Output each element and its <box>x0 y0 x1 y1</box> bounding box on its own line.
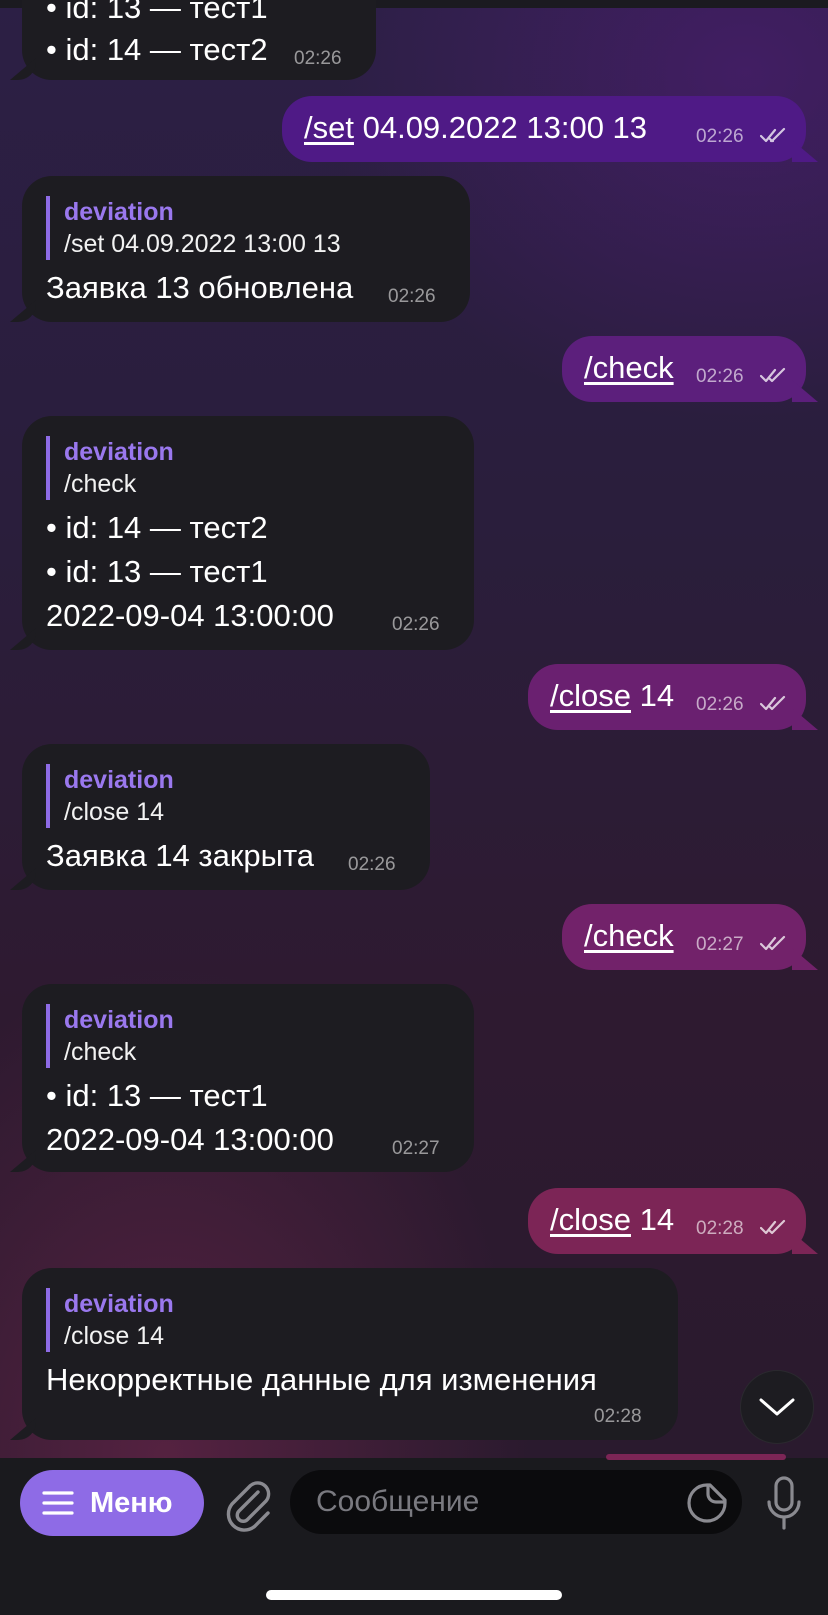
reply-text: /check <box>64 1038 137 1066</box>
scroll-to-bottom-button[interactable] <box>740 1370 814 1444</box>
command-link[interactable]: /check <box>584 918 674 953</box>
message-outgoing[interactable]: /check 02:27 <box>562 904 806 970</box>
command-link[interactable]: /close <box>550 1202 631 1237</box>
message-input-placeholder: Сообщение <box>316 1485 480 1518</box>
reply-text: /close 14 <box>64 1322 165 1350</box>
message-time: 02:26 <box>348 854 396 875</box>
message-time: 02:26 <box>696 694 744 715</box>
message-time: 02:28 <box>696 1218 744 1239</box>
reply-quote[interactable]: deviation /check <box>46 1004 174 1068</box>
reply-text: /set 04.09.2022 13:00 13 <box>64 230 341 258</box>
sticker-icon[interactable] <box>686 1482 728 1524</box>
message-outgoing[interactable]: /close 14 02:28 <box>528 1188 806 1254</box>
reply-quote[interactable]: deviation /close 14 <box>46 1288 174 1352</box>
message-line: Некорректные данные для изменения <box>46 1362 597 1397</box>
message-time: 02:27 <box>696 934 744 955</box>
command-link[interactable]: /check <box>584 350 674 385</box>
home-indicator <box>266 1590 562 1600</box>
message-text: /check <box>584 350 674 386</box>
message-line: Заявка 14 закрыта <box>46 838 315 873</box>
message-line: • id: 13 — тест1 <box>46 0 268 25</box>
message-line: • id: 14 — тест2 <box>46 510 268 545</box>
message-time: 02:26 <box>696 366 744 387</box>
message-time: 02:26 <box>294 48 342 69</box>
double-check-icon <box>760 695 786 711</box>
chat-history[interactable]: • id: 13 — тест1 • id: 14 — тест2 02:26 … <box>0 0 828 1458</box>
message-outgoing[interactable]: /set 04.09.2022 13:00 13 02:26 <box>282 96 806 162</box>
reply-text: /close 14 <box>64 798 165 826</box>
reply-author: deviation <box>64 766 174 794</box>
message-line: • id: 13 — тест1 <box>46 554 268 589</box>
double-check-icon <box>760 1219 786 1235</box>
message-incoming[interactable]: deviation /set 04.09.2022 13:00 13 Заявк… <box>22 176 470 322</box>
reply-quote[interactable]: deviation /close 14 <box>46 764 174 828</box>
message-time: 02:26 <box>388 286 436 307</box>
message-line: Заявка 13 обновлена <box>46 270 354 305</box>
message-incoming[interactable]: deviation /check • id: 13 — тест1 2022-0… <box>22 984 474 1172</box>
double-check-icon <box>760 935 786 951</box>
message-incoming[interactable]: • id: 13 — тест1 • id: 14 — тест2 02:26 <box>22 0 376 80</box>
reply-author: deviation <box>64 1006 174 1034</box>
message-time: 02:26 <box>392 614 440 635</box>
next-message-edge <box>606 1454 786 1460</box>
paperclip-icon[interactable] <box>222 1474 274 1532</box>
reply-text: /check <box>64 470 137 498</box>
message-text: /check <box>584 918 674 954</box>
bot-menu-button[interactable]: Меню <box>20 1470 204 1536</box>
message-outgoing[interactable]: /close 14 02:26 <box>528 664 806 730</box>
reply-author: deviation <box>64 1290 174 1318</box>
command-link[interactable]: /set <box>304 110 354 145</box>
message-time: 02:27 <box>392 1138 440 1159</box>
chevron-down-icon <box>759 1398 795 1416</box>
message-text: /set 04.09.2022 13:00 13 <box>304 110 648 145</box>
message-incoming[interactable]: deviation /close 14 Заявка 14 закрыта 02… <box>22 744 430 890</box>
message-outgoing[interactable]: /check 02:26 <box>562 336 806 402</box>
double-check-icon <box>760 127 786 143</box>
double-check-icon <box>760 367 786 383</box>
message-time: 02:28 <box>594 1406 642 1427</box>
message-text: /close 14 <box>550 1202 675 1237</box>
message-input[interactable]: Сообщение <box>290 1470 742 1534</box>
reply-quote[interactable]: deviation /check <box>46 436 174 500</box>
message-time: 02:26 <box>696 126 744 147</box>
message-text: /close 14 <box>550 678 675 713</box>
message-incoming[interactable]: deviation /close 14 Некорректные данные … <box>22 1268 678 1440</box>
microphone-icon[interactable] <box>764 1474 804 1534</box>
reply-author: deviation <box>64 438 174 466</box>
message-incoming[interactable]: deviation /check • id: 14 — тест2 • id: … <box>22 416 474 650</box>
message-line: • id: 14 — тест2 <box>46 32 268 67</box>
command-link[interactable]: /close <box>550 678 631 713</box>
message-line: 2022-09-04 13:00:00 <box>46 598 334 633</box>
reply-quote[interactable]: deviation /set 04.09.2022 13:00 13 <box>46 196 341 260</box>
message-line: 2022-09-04 13:00:00 <box>46 1122 334 1157</box>
reply-author: deviation <box>64 198 174 226</box>
menu-lines-icon <box>42 1491 74 1515</box>
message-line: • id: 13 — тест1 <box>46 1078 268 1113</box>
bot-menu-label: Меню <box>90 1486 173 1519</box>
